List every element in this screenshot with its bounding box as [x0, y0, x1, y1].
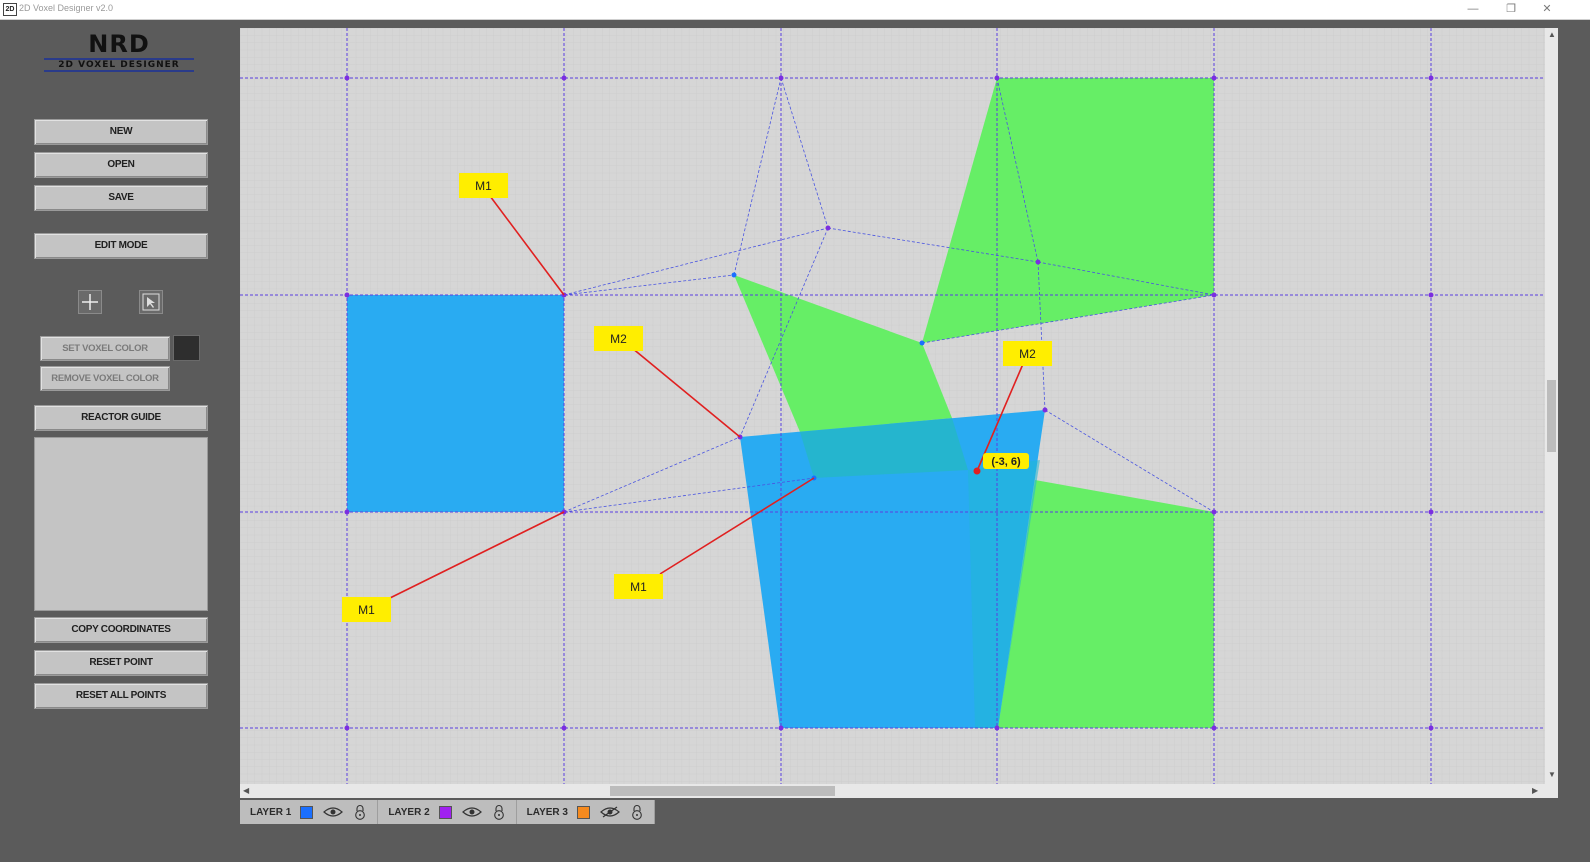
reactor-guide-button[interactable]: REACTOR GUIDE [34, 405, 208, 431]
label-m2-right: M2 [1003, 341, 1052, 366]
app-logo: NRD 2D VOXEL DESIGNER [44, 32, 194, 72]
label-m1-bottom-mid: M1 [614, 574, 663, 599]
edit-mode-button[interactable]: EDIT MODE [34, 233, 208, 259]
label-m2-right-text: M2 [1019, 347, 1036, 361]
lock-icon[interactable] [353, 804, 367, 820]
copy-coordinates-button[interactable]: COPY COORDINATES [34, 617, 208, 643]
layer-2-label: LAYER 2 [388, 806, 430, 818]
cursor-select-icon-glyph [142, 293, 160, 311]
minimize-button[interactable]: — [1458, 1, 1488, 18]
label-m1-bottom-left: M1 [342, 597, 391, 622]
cursor-select-icon[interactable] [139, 290, 163, 314]
lock-icon[interactable] [630, 804, 644, 820]
reactor-guide-panel [34, 437, 208, 611]
scroll-right-arrow[interactable]: ▶ [1532, 786, 1538, 795]
scroll-left-arrow[interactable]: ◀ [243, 786, 249, 795]
eye-hidden-icon[interactable] [600, 806, 620, 818]
window-title: 2D Voxel Designer v2.0 [19, 3, 114, 13]
reset-point-button[interactable]: RESET POINT [34, 650, 208, 676]
crosshair-icon-glyph [82, 294, 98, 310]
layer-2-control[interactable]: LAYER 2 [378, 800, 517, 824]
remove-voxel-color-button[interactable]: REMOVE VOXEL COLOR [40, 366, 170, 391]
close-button[interactable]: ✕ [1532, 1, 1562, 18]
label-m2-left-text: M2 [610, 332, 627, 346]
crosshair-icon[interactable] [78, 290, 102, 314]
title-bar: 2D 2D Voxel Designer v2.0 — ❐ ✕ [0, 0, 1590, 20]
layer-3-control[interactable]: LAYER 3 [517, 800, 655, 824]
restore-button[interactable]: ❐ [1496, 1, 1526, 18]
layer-1-label: LAYER 1 [250, 806, 292, 818]
vertical-scrollbar[interactable]: ▲ ▼ [1545, 28, 1558, 798]
app-icon: 2D [3, 3, 17, 16]
layer-1-color-swatch[interactable] [300, 805, 314, 819]
save-button[interactable]: SAVE [34, 185, 208, 211]
blue-voxel-left[interactable] [347, 295, 564, 512]
selected-point[interactable] [973, 467, 981, 475]
label-m1-bottom-left-text: M1 [358, 603, 375, 617]
label-m1-top-text: M1 [475, 179, 492, 193]
set-voxel-color-button[interactable]: SET VOXEL COLOR [40, 336, 170, 361]
layer-3-label: LAYER 3 [526, 806, 568, 818]
layer-3-color-swatch[interactable] [576, 805, 590, 819]
eye-icon[interactable] [461, 806, 482, 818]
reset-all-points-button[interactable]: RESET ALL POINTS [34, 683, 208, 709]
voxel-color-swatch[interactable] [173, 335, 200, 361]
eye-icon[interactable] [323, 806, 344, 818]
logo-main: NRD [88, 30, 150, 58]
layer-bar: LAYER 1 LAYER 2 LAYER 3 [240, 800, 655, 824]
scroll-up-arrow[interactable]: ▲ [1548, 30, 1556, 39]
coordinate-readout-text: (-3, 6) [991, 456, 1021, 468]
canvas-svg[interactable]: M1 M2 M2 M1 M1 (-3, 6) [240, 28, 1545, 784]
new-button[interactable]: NEW [34, 119, 208, 145]
label-m1-top: M1 [459, 173, 508, 198]
layer-2-color-swatch[interactable] [438, 805, 452, 819]
label-m2-left: M2 [594, 326, 643, 351]
open-button[interactable]: OPEN [34, 152, 208, 178]
design-canvas[interactable]: M1 M2 M2 M1 M1 (-3, 6) [240, 28, 1545, 784]
lock-icon[interactable] [492, 804, 506, 820]
logo-subtitle: 2D VOXEL DESIGNER [44, 58, 194, 72]
label-m1-bottom-mid-text: M1 [630, 580, 647, 594]
layer-1-control[interactable]: LAYER 1 [240, 800, 379, 824]
coordinate-readout: (-3, 6) [983, 453, 1029, 469]
horizontal-scrollbar[interactable]: ◀ ▶ [240, 784, 1545, 798]
horizontal-scroll-thumb[interactable] [610, 786, 835, 796]
scroll-down-arrow[interactable]: ▼ [1548, 770, 1556, 779]
vertical-scroll-thumb[interactable] [1547, 380, 1556, 452]
